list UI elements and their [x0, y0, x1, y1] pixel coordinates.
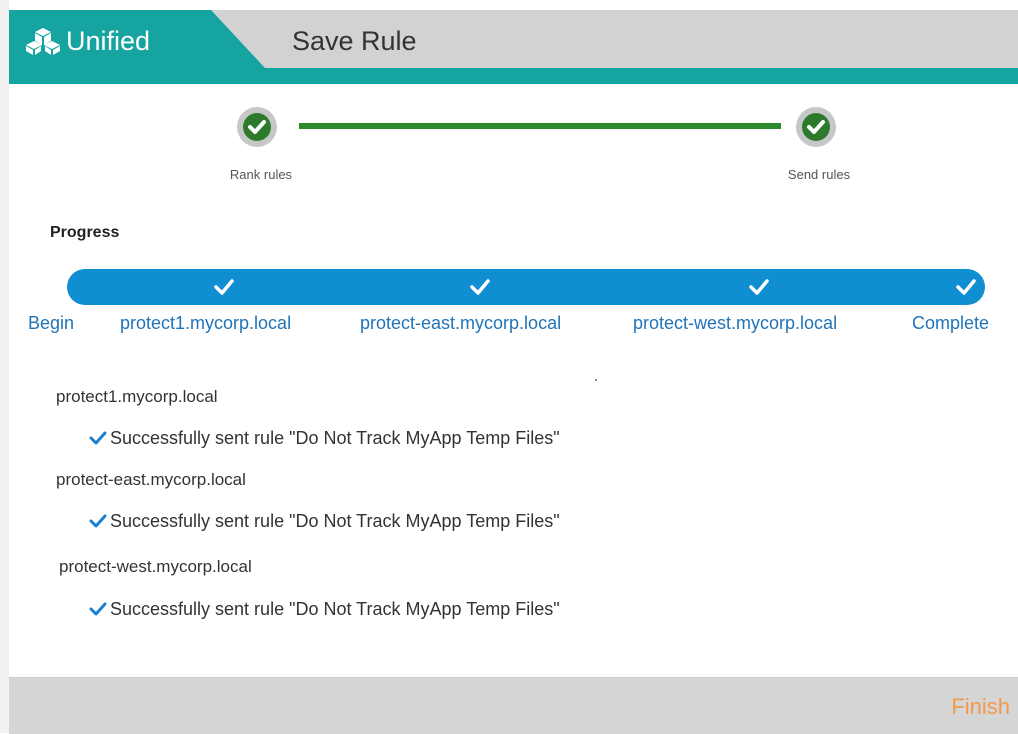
header-accent-line	[9, 68, 1018, 84]
result-message-text: Successfully sent rule "Do Not Track MyA…	[110, 428, 560, 448]
footer-bar: Finish	[9, 677, 1018, 734]
brand-title: Unified	[66, 26, 151, 56]
finish-button[interactable]: Finish	[951, 694, 1010, 720]
result-host-title: protect1.mycorp.local	[56, 387, 218, 406]
artifact-dot	[595, 379, 597, 381]
progress-stage-protect-west: protect-west.mycorp.local	[633, 313, 838, 333]
result-host-title: protect-east.mycorp.local	[56, 470, 246, 489]
progress-stage-complete: Complete	[912, 313, 990, 333]
result-message: Successfully sent rule "Do Not Track MyA…	[89, 428, 560, 449]
result-message: Successfully sent rule "Do Not Track MyA…	[89, 599, 560, 620]
result-message-text: Successfully sent rule "Do Not Track MyA…	[110, 511, 560, 531]
check-icon	[89, 514, 107, 528]
progress-check-icon	[214, 279, 234, 295]
check-icon	[89, 602, 107, 616]
progress-check-icon	[470, 279, 490, 295]
step-label-rank-rules: Rank rules	[229, 167, 293, 182]
check-icon	[807, 120, 825, 134]
progress-stage-begin: Begin	[28, 313, 75, 333]
cubes-icon	[26, 28, 60, 55]
progress-stage-protect-east: protect-east.mycorp.local	[360, 313, 562, 333]
result-message-text: Successfully sent rule "Do Not Track MyA…	[110, 599, 560, 619]
progress-check-icon	[749, 279, 769, 295]
check-icon	[248, 120, 266, 134]
window-edge	[0, 0, 9, 733]
stepper-connector	[299, 123, 781, 129]
progress-bar	[67, 269, 985, 305]
check-icon	[89, 431, 107, 445]
progress-heading: Progress	[50, 224, 120, 241]
step-label-send-rules: Send rules	[787, 167, 851, 182]
step-send-rules-node	[796, 107, 836, 147]
result-host-title: protect-west.mycorp.local	[59, 557, 252, 576]
progress-check-icon	[956, 279, 976, 295]
save-rule-window: Unified Save Rule Rank rules Send rules …	[0, 0, 1018, 734]
result-message: Successfully sent rule "Do Not Track MyA…	[89, 511, 560, 532]
page-title: Save Rule	[292, 26, 417, 56]
progress-stage-protect1: protect1.mycorp.local	[120, 313, 292, 333]
step-rank-rules-node	[237, 107, 277, 147]
